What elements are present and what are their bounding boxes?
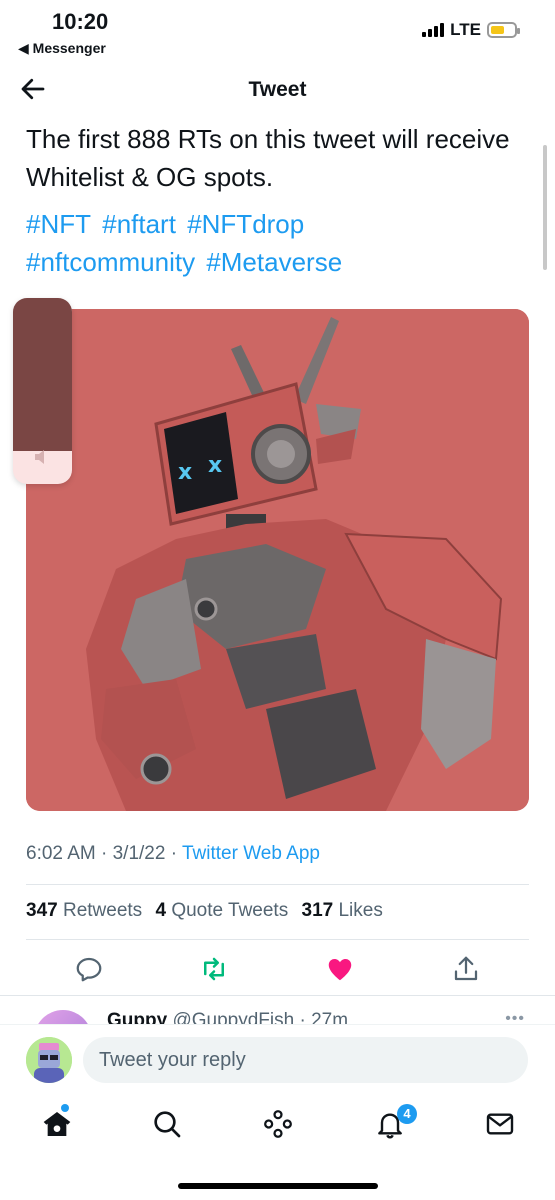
battery-level xyxy=(491,26,505,34)
meta-separator: · xyxy=(170,843,182,864)
volume-indicator[interactable] xyxy=(13,298,72,484)
home-icon[interactable] xyxy=(41,1108,73,1140)
notifications-badge: 4 xyxy=(397,1104,417,1124)
reply-composer xyxy=(0,1024,555,1096)
volume-level xyxy=(13,298,72,451)
tweet-date: 3/1/22 xyxy=(112,843,166,864)
page-title: Tweet xyxy=(248,78,307,101)
svg-text:x: x xyxy=(178,460,192,485)
hashtag-link[interactable]: #NFT xyxy=(26,209,91,239)
tweet-stats: 347 Retweets 4 Quote Tweets 317 Likes xyxy=(26,900,391,922)
hashtag-link[interactable]: #NFTdrop xyxy=(187,209,304,239)
tweet-media[interactable]: x x xyxy=(26,309,529,811)
home-unread-dot xyxy=(61,1104,69,1112)
hashtag-link[interactable]: #nftart xyxy=(102,209,176,239)
reply-author-handle: @GuppydFish · 27m xyxy=(172,1010,349,1024)
tweet-text: The first 888 RTs on this tweet will rec… xyxy=(26,124,510,192)
divider xyxy=(26,884,529,885)
tweet-actions xyxy=(0,950,555,990)
status-time: 10:20 xyxy=(52,9,109,34)
home-indicator[interactable] xyxy=(178,1183,378,1189)
tweet-meta: 6:02 AM · 3/1/22 · Twitter Web App xyxy=(26,843,320,865)
network-label: LTE xyxy=(450,20,481,39)
divider xyxy=(26,939,529,940)
status-bar: 10:20 ◀ Messenger LTE xyxy=(0,0,555,62)
battery-icon xyxy=(487,22,520,38)
retweet-icon[interactable] xyxy=(199,954,229,984)
status-indicators: LTE xyxy=(422,20,520,40)
search-icon[interactable] xyxy=(151,1108,183,1140)
robot-image: x x xyxy=(26,309,529,811)
svg-text:x: x xyxy=(208,453,222,478)
hashtag-link[interactable]: #Metaverse xyxy=(206,247,342,277)
share-icon[interactable] xyxy=(451,954,481,984)
more-options-icon[interactable]: ••• xyxy=(505,1010,525,1024)
reply-preview[interactable]: Guppy @GuppydFish · 27m ••• xyxy=(0,996,555,1024)
user-avatar-image xyxy=(26,1037,72,1083)
reply-input[interactable] xyxy=(83,1037,528,1083)
tweet-header: Tweet xyxy=(0,66,555,114)
reply-author: Guppy @GuppydFish · 27m xyxy=(107,1010,348,1024)
avatar[interactable] xyxy=(34,1010,92,1024)
signal-icon xyxy=(422,23,445,37)
back-to-app-link[interactable]: ◀ Messenger xyxy=(18,40,106,57)
heart-icon[interactable] xyxy=(325,954,355,984)
scrollbar[interactable] xyxy=(543,145,547,270)
bottom-tab-bar xyxy=(0,1096,555,1156)
reply-icon[interactable] xyxy=(74,954,104,984)
hashtag-link[interactable]: #nftcommunity xyxy=(26,247,195,277)
speaker-icon xyxy=(35,450,44,464)
spaces-icon[interactable] xyxy=(262,1108,294,1140)
reply-author-name: Guppy xyxy=(107,1010,168,1024)
messages-icon[interactable] xyxy=(484,1108,516,1140)
likes-stat[interactable]: 317 Likes xyxy=(302,900,383,921)
meta-separator: · xyxy=(101,843,113,864)
hashtag-list: #NFT #nftart #NFTdrop #nftcommunity #Met… xyxy=(26,205,526,281)
tweet-source-link[interactable]: Twitter Web App xyxy=(182,843,320,864)
tweet-time: 6:02 AM xyxy=(26,843,96,864)
quote-tweets-stat[interactable]: 4 Quote Tweets xyxy=(155,900,288,921)
retweets-stat[interactable]: 347 Retweets xyxy=(26,900,142,921)
avatar[interactable] xyxy=(26,1037,72,1083)
